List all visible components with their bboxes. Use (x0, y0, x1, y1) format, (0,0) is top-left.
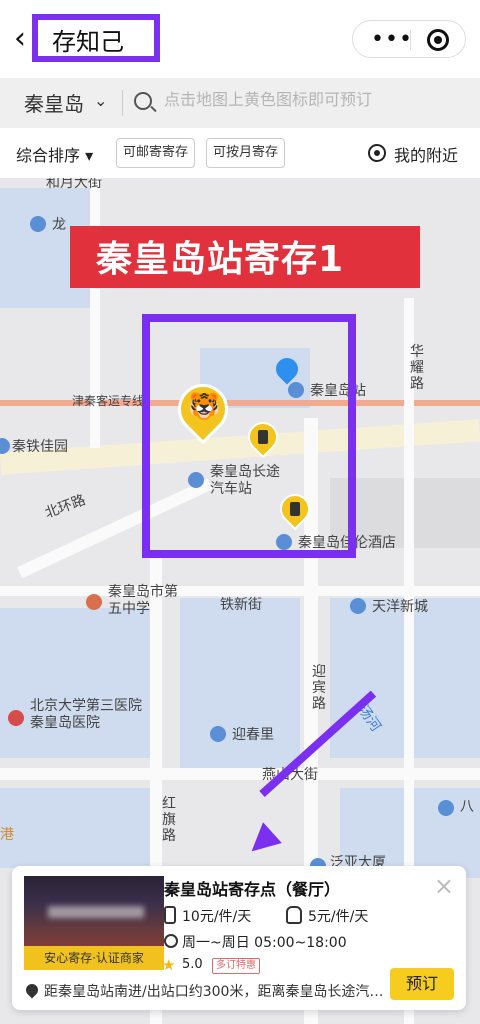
promo-banner-text: 秦皇岛站寄存1 (96, 239, 345, 280)
top-navigation-bar: ‹ 存知己 ••• (0, 0, 480, 78)
map-label: 港 (0, 827, 14, 843)
map-label: 天洋新城 (372, 599, 428, 615)
tiger-face-icon: 🐯 (188, 392, 221, 422)
map-label: 铁新街 (220, 597, 262, 613)
search-input[interactable] (164, 90, 464, 109)
poi-icon (350, 598, 366, 614)
hospital-icon (8, 710, 24, 726)
price-small: 5元/件/天 (308, 909, 369, 925)
pointer-arrow-head (242, 822, 282, 862)
large-luggage-icon (164, 906, 176, 924)
map-block (0, 788, 150, 868)
sort-dropdown[interactable]: 综合排序 ▾ (16, 142, 93, 166)
luggage-icon (258, 430, 268, 444)
nearby-button[interactable]: 我的附近 (394, 142, 458, 166)
map-label: 八 (460, 799, 474, 815)
location-icon (23, 981, 41, 999)
poi-icon (30, 216, 46, 232)
clock-icon (164, 934, 178, 948)
search-divider (122, 90, 123, 116)
page-title: 存知己 (52, 28, 124, 56)
storage-card[interactable]: 安心寄存·认证商家 秦皇岛站寄存点（餐厅） × 10元/件/天 5元/件/天 周… (12, 866, 466, 1010)
map-label: 津秦客运专线 (72, 394, 145, 408)
map-label: 秦皇岛市第五中学 (108, 584, 178, 617)
star-icon: ★ (162, 956, 176, 974)
map-label: 北京大学第三医院秦皇岛医院 (30, 698, 142, 731)
map-label: 龙 (52, 217, 66, 233)
mini-program-capsule: ••• (352, 20, 466, 58)
map-block (0, 608, 150, 758)
map-label: 红旗路 (162, 796, 176, 844)
card-title: 秦皇岛站寄存点（餐厅） (164, 880, 341, 899)
opening-hours: 周一~周日 05:00~18:00 (182, 935, 347, 951)
map-label: 秦铁佳园 (12, 439, 68, 455)
map-label: 迎春里 (232, 727, 274, 743)
more-dots-icon[interactable]: ••• (371, 27, 413, 52)
verified-badge: 安心寄存·认证商家 (24, 946, 164, 970)
filter-bar: 综合排序 ▾ 可邮寄寄存 可按月寄存 我的附近 (0, 130, 480, 178)
close-icon[interactable]: × (434, 872, 454, 900)
map-label: 迎宾路 (312, 664, 326, 712)
book-button[interactable]: 预订 (390, 968, 454, 1000)
filter-chip-mail[interactable]: 可邮寄寄存 (116, 138, 196, 168)
search-bar: 秦皇岛 ⌄ (0, 78, 480, 130)
discount-badge: 多订特惠 (212, 958, 260, 974)
distance-text: 距秦皇岛站南进/出站口约300米，距离秦皇岛长途汽车站约100米 (44, 984, 384, 1000)
school-icon (86, 594, 102, 610)
locate-icon[interactable] (368, 144, 386, 162)
filter-chip-monthly[interactable]: 可按月寄存 (206, 138, 286, 168)
poi-icon (438, 800, 454, 816)
city-selector[interactable]: 秦皇岛 (24, 88, 84, 117)
search-icon (134, 92, 152, 110)
poi-icon (210, 726, 226, 742)
map-label: 和月大街 (46, 178, 102, 191)
map-block (180, 598, 300, 778)
search-bar-background: 秦皇岛 ⌄ (0, 78, 480, 128)
map-label: 北环路 (42, 492, 88, 522)
luggage-icon (290, 502, 300, 516)
storefront-sign (48, 906, 144, 918)
backpack-icon (286, 906, 302, 924)
chevron-down-icon[interactable]: ⌄ (94, 91, 107, 110)
rating: 5.0 (182, 957, 203, 972)
capsule-divider (410, 30, 411, 50)
target-icon[interactable] (427, 29, 449, 51)
map-label: 华耀路 (410, 344, 424, 392)
price-large: 10元/件/天 (182, 909, 252, 925)
